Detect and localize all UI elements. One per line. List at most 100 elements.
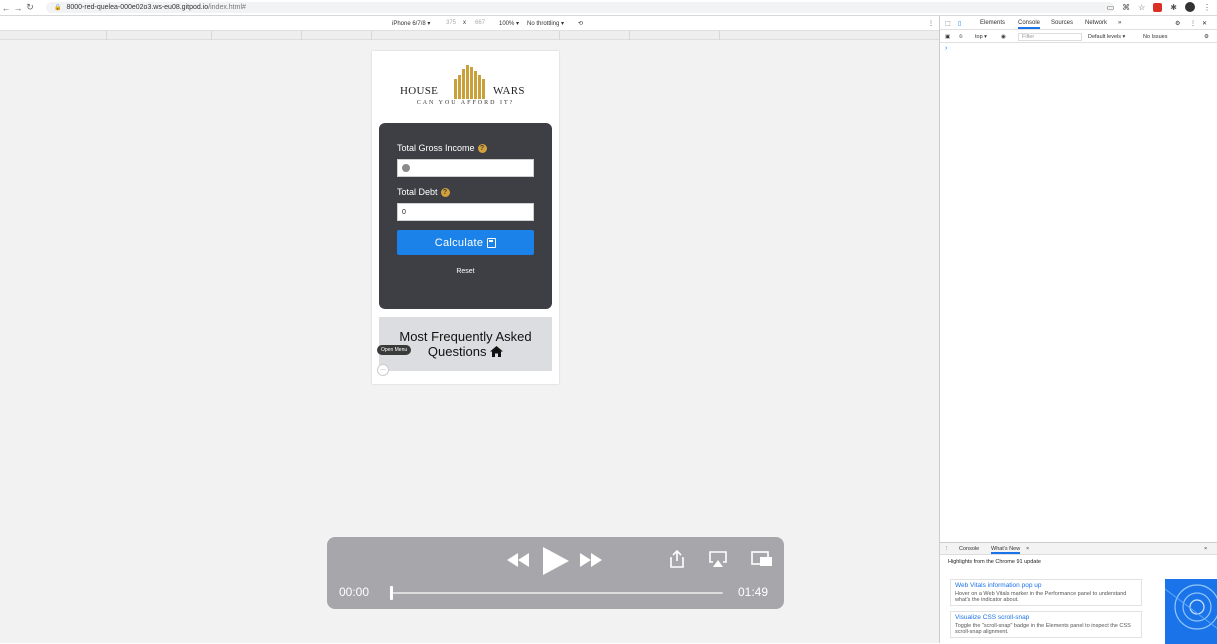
drawer-menu-icon[interactable]: ⋮: [944, 546, 950, 552]
whats-new-heading: Highlights from the Chrome 91 update: [948, 559, 1041, 565]
rewind-icon[interactable]: [507, 553, 529, 567]
media-query-ruler: [0, 31, 939, 40]
console-toolbar: ▣ ⦸ top ▾ ◉ Filter Default levels ▾ No I…: [940, 31, 1217, 43]
zoom-select[interactable]: 100% ▾: [499, 20, 519, 27]
rotate-icon[interactable]: ⟲: [578, 20, 583, 27]
more-tabs-icon[interactable]: »: [1118, 20, 1121, 26]
throttle-select[interactable]: No throttling ▾: [527, 20, 564, 27]
device-select[interactable]: iPhone 6/7/8 ▾: [392, 20, 430, 27]
faq-title-line2: Questions: [427, 344, 487, 359]
drawer-tabbar: ⋮ Console What's New × ×: [940, 543, 1217, 555]
address-bar[interactable]: 🔒 8000-red-quelea-000e02o3.ws-eu08.gitpo…: [46, 2, 1114, 13]
debt-input[interactable]: 0: [397, 203, 534, 221]
devtools-close-icon[interactable]: ✕: [1202, 20, 1207, 27]
console-prompt[interactable]: ›: [945, 45, 947, 52]
devtools-menu-icon[interactable]: ⋮: [1190, 20, 1196, 27]
calculate-label: Calculate: [434, 236, 484, 249]
debt-label-text: Total Debt: [397, 187, 438, 197]
levels-select[interactable]: Default levels ▾: [1088, 34, 1125, 40]
forward-icon[interactable]: →: [12, 3, 24, 13]
logo-word-wars: WARS: [493, 85, 525, 97]
browser-toolbar: ← → ↻ 🔒 8000-red-quelea-000e02o3.ws-eu08…: [0, 0, 1217, 16]
issues-counter[interactable]: No Issues: [1143, 34, 1167, 40]
house-wars-logo: HOUSE WARS CAN YOU AFFORD IT?: [372, 61, 559, 111]
income-label: Total Gross Income ?: [397, 143, 487, 153]
news-description: Toggle the "scroll-snap" badge in the El…: [955, 623, 1131, 635]
chrome-update-art-icon: [1165, 584, 1217, 630]
clear-console-icon[interactable]: ⦸: [959, 34, 963, 41]
progress-thumb[interactable]: [390, 586, 393, 600]
sidebar-toggle-icon[interactable]: ▣: [945, 34, 950, 40]
devtools-panel: ⬚ ▯ Elements Console Sources Network » ⚙…: [939, 16, 1217, 644]
open-menu-tooltip: Open Menu: [377, 345, 412, 355]
progress-track[interactable]: [391, 592, 723, 594]
fast-forward-icon[interactable]: [580, 553, 602, 567]
menu-button[interactable]: ···: [377, 364, 389, 376]
calculator-icon: [487, 237, 497, 248]
dimension-separator: x: [463, 20, 466, 26]
profile-avatar[interactable]: [1185, 2, 1195, 12]
news-description: Hover on a Web Vitals marker in the Perf…: [955, 591, 1127, 603]
url-path: /index.html#: [208, 4, 246, 11]
logo-tagline: CAN YOU AFFORD IT?: [416, 100, 515, 106]
video-player: 00:00 01:49: [327, 537, 784, 609]
context-select[interactable]: top ▾: [975, 34, 987, 40]
tab-elements[interactable]: Elements: [980, 20, 1005, 26]
devtools-drawer: ⋮ Console What's New × × Highlights from…: [940, 542, 1217, 644]
inspect-icon[interactable]: ⬚: [945, 20, 951, 27]
faq-section[interactable]: Most Frequently Asked Questions: [379, 317, 552, 371]
home-icon: [490, 346, 504, 357]
device-toggle-icon[interactable]: ▯: [958, 20, 961, 27]
news-item[interactable]: Visualize CSS scroll-snap Toggle the "sc…: [950, 611, 1142, 638]
share-icon[interactable]: [670, 550, 684, 568]
income-input[interactable]: [397, 159, 534, 177]
bookmark-star-icon[interactable]: ☆: [1138, 3, 1145, 12]
buildings-logo-icon: [454, 65, 485, 99]
debt-label: Total Debt ?: [397, 187, 450, 197]
extension-icon[interactable]: [1153, 2, 1163, 12]
airplay-icon[interactable]: [709, 551, 727, 567]
drawer-tab-whats-new[interactable]: What's New: [991, 546, 1021, 554]
eye-icon[interactable]: ◉: [1001, 34, 1006, 40]
mobile-page: HOUSE WARS CAN YOU AFFORD IT? Total Gros…: [372, 51, 559, 384]
logo-word-house: HOUSE: [400, 85, 439, 97]
cursor-indicator: [402, 164, 410, 172]
tab-sources[interactable]: Sources: [1051, 20, 1073, 26]
calculator-card: Total Gross Income ? Total Debt ? 0 Calc…: [379, 123, 552, 309]
picture-in-picture-icon[interactable]: [751, 551, 773, 567]
news-item[interactable]: Web Vitals information pop up Hover on a…: [950, 579, 1142, 606]
url-host: 8000-red-quelea-000e02o3.ws-eu08.gitpod.…: [66, 4, 209, 11]
device-toolbar: iPhone 6/7/8 ▾ 375 x 667 100% ▾ No throt…: [0, 16, 939, 31]
current-time: 00:00: [339, 585, 370, 599]
news-title[interactable]: Visualize CSS scroll-snap: [955, 614, 1137, 621]
cast-icon[interactable]: ▭: [1107, 3, 1115, 12]
drawer-tab-console[interactable]: Console: [959, 546, 979, 552]
tab-network[interactable]: Network: [1085, 20, 1107, 26]
help-icon[interactable]: ?: [477, 143, 487, 153]
settings-gear-icon[interactable]: ⚙: [1175, 20, 1180, 27]
faq-title-line1: Most Frequently Asked: [399, 329, 532, 344]
help-icon[interactable]: ?: [440, 187, 450, 197]
command-icon[interactable]: ⌘: [1122, 3, 1130, 12]
lock-icon: 🔒: [54, 5, 62, 11]
reload-icon[interactable]: ↻: [24, 2, 36, 13]
device-more-icon[interactable]: ⋮: [928, 20, 934, 27]
console-settings-icon[interactable]: ⚙: [1204, 34, 1209, 40]
play-icon[interactable]: [543, 547, 569, 575]
back-icon[interactable]: ←: [0, 3, 12, 13]
calculate-button[interactable]: Calculate: [397, 230, 534, 255]
news-title[interactable]: Web Vitals information pop up: [955, 582, 1137, 589]
tab-close-icon[interactable]: ×: [1026, 546, 1029, 552]
income-label-text: Total Gross Income: [397, 143, 475, 153]
reset-button[interactable]: Reset: [379, 268, 552, 275]
devtools-tabbar: ⬚ ▯ Elements Console Sources Network » ⚙…: [940, 16, 1217, 30]
drawer-close-icon[interactable]: ×: [1204, 546, 1207, 552]
chrome-update-graphic: [1165, 579, 1217, 644]
console-filter-input[interactable]: Filter: [1018, 33, 1082, 41]
puzzle-icon[interactable]: ✱: [1170, 3, 1177, 12]
device-width[interactable]: 375: [446, 20, 456, 26]
device-height[interactable]: 667: [475, 20, 485, 26]
duration: 01:49: [738, 585, 769, 599]
kebab-menu-icon[interactable]: ⋮: [1203, 3, 1211, 12]
tab-console[interactable]: Console: [1018, 20, 1041, 29]
